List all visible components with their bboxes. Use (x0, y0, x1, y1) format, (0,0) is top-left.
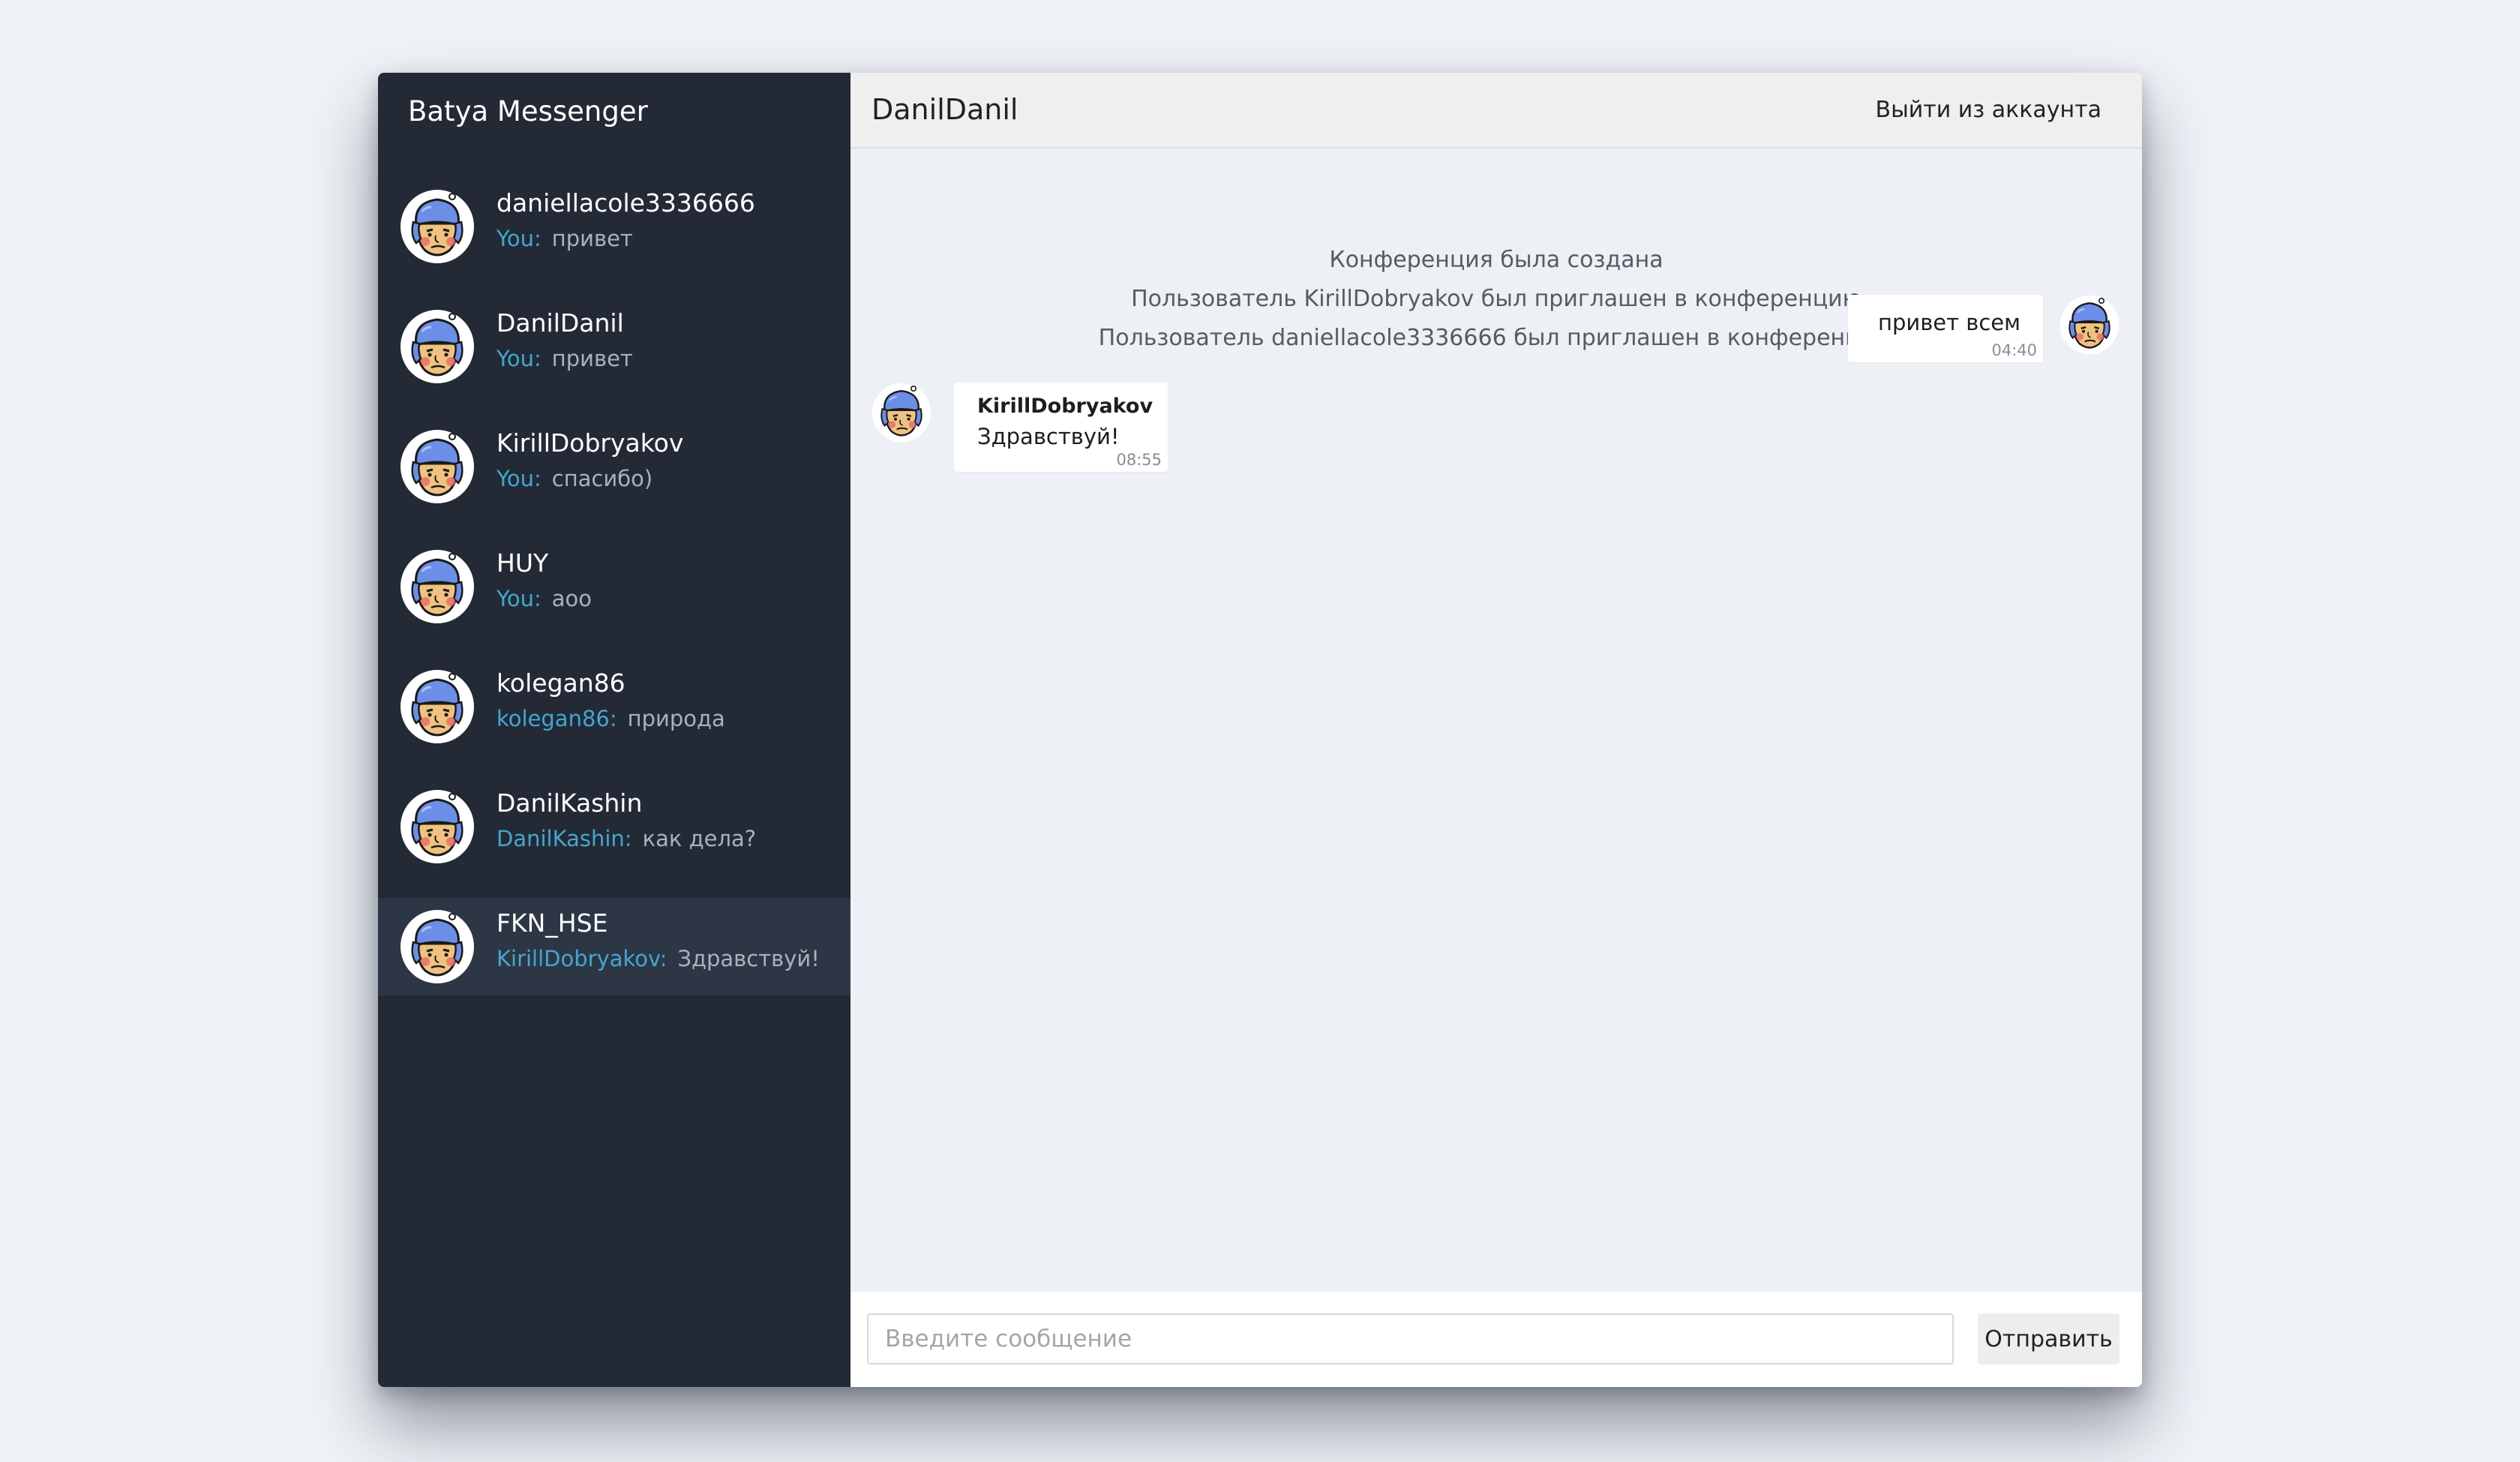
chat-name: FKN_HSE (496, 908, 608, 938)
send-button[interactable]: Отправить (1978, 1313, 2120, 1364)
chat-preview: kolegan86: природа (496, 706, 725, 731)
chat-preview-sender: You: (496, 466, 542, 491)
chat-preview-text: Здравствуй! (677, 946, 820, 971)
avatar (400, 789, 475, 864)
outgoing-message: привет всем 04:40 (1848, 295, 2043, 362)
chat-preview-sender: You: (496, 586, 542, 611)
incoming-message: KirillDobryakov Здравствуй! 08:55 (954, 383, 1168, 472)
chat-list-item[interactable]: daniellacole3336666 You: привет (378, 178, 850, 275)
chat-list-item-active[interactable]: FKN_HSE KirillDobryakov: Здравствуй! (378, 898, 850, 995)
logout-button[interactable]: Выйти из аккаунта (1876, 73, 2102, 147)
chat-preview-text: аоо (551, 586, 592, 611)
chat-list-item[interactable]: DanilDanil You: привет (378, 298, 850, 395)
chat-preview-text: спасибо) (551, 466, 653, 491)
chat-name: DanilDanil (496, 308, 624, 338)
chat-preview-sender: DanilKashin: (496, 826, 632, 851)
message-time: 08:55 (1116, 451, 1162, 469)
chat-list-item[interactable]: KirillDobryakov You: спасибо) (378, 418, 850, 515)
chat-name: HUY (496, 548, 549, 578)
avatar (2060, 295, 2120, 355)
messenger-window: Batya Messenger daniellacole3336666 You:… (378, 73, 2142, 1387)
avatar (400, 189, 475, 264)
message-author: KirillDobryakov (977, 395, 1154, 418)
avatar (400, 909, 475, 984)
avatar (872, 383, 932, 443)
conversation-header: DanilDanil Выйти из аккаунта (850, 73, 2142, 149)
chat-preview-sender: KirillDobryakov: (496, 946, 668, 971)
chat-preview-text: привет (551, 226, 633, 251)
avatar (400, 429, 475, 504)
message-input[interactable] (867, 1313, 1954, 1364)
conversation-title: DanilDanil (872, 93, 1018, 126)
message-composer: Отправить (850, 1292, 2142, 1387)
chat-list-item[interactable]: DanilKashin DanilKashin: как дела? (378, 778, 850, 875)
chat-preview: You: привет (496, 226, 633, 251)
conversation-pane: DanilDanil Выйти из аккаунта Конференция… (850, 73, 2142, 1387)
chat-preview: KirillDobryakov: Здравствуй! (496, 946, 820, 971)
chat-list: daniellacole3336666 You: привет DanilDani… (378, 178, 850, 1018)
sidebar: Batya Messenger daniellacole3336666 You:… (378, 73, 850, 1387)
chat-preview: DanilKashin: как дела? (496, 826, 756, 851)
chat-preview: You: спасибо) (496, 466, 652, 491)
message-time: 04:40 (1991, 341, 2037, 359)
message-text: Здравствуй! (977, 424, 1120, 449)
chat-preview-sender: You: (496, 226, 542, 251)
chat-preview: You: привет (496, 346, 633, 371)
chat-preview-sender: You: (496, 346, 542, 371)
chat-list-item[interactable]: kolegan86 kolegan86: природа (378, 658, 850, 755)
chat-preview: You: аоо (496, 586, 592, 611)
chat-preview-text: привет (551, 346, 633, 371)
chat-name: kolegan86 (496, 668, 626, 698)
chat-preview-text: природа (627, 706, 725, 731)
message-text: привет всем (1877, 310, 2020, 335)
app-title: Batya Messenger (408, 95, 648, 128)
chat-name: daniellacole3336666 (496, 188, 755, 218)
system-message: Конференция была создана (1329, 247, 1664, 273)
avatar (400, 669, 475, 744)
avatar (400, 309, 475, 384)
chat-preview-text: как дела? (642, 826, 757, 851)
chat-name: DanilKashin (496, 788, 643, 818)
chat-list-item[interactable]: HUY You: аоо (378, 538, 850, 635)
avatar (400, 549, 475, 624)
chat-name: KirillDobryakov (496, 428, 684, 458)
chat-preview-sender: kolegan86: (496, 706, 617, 731)
